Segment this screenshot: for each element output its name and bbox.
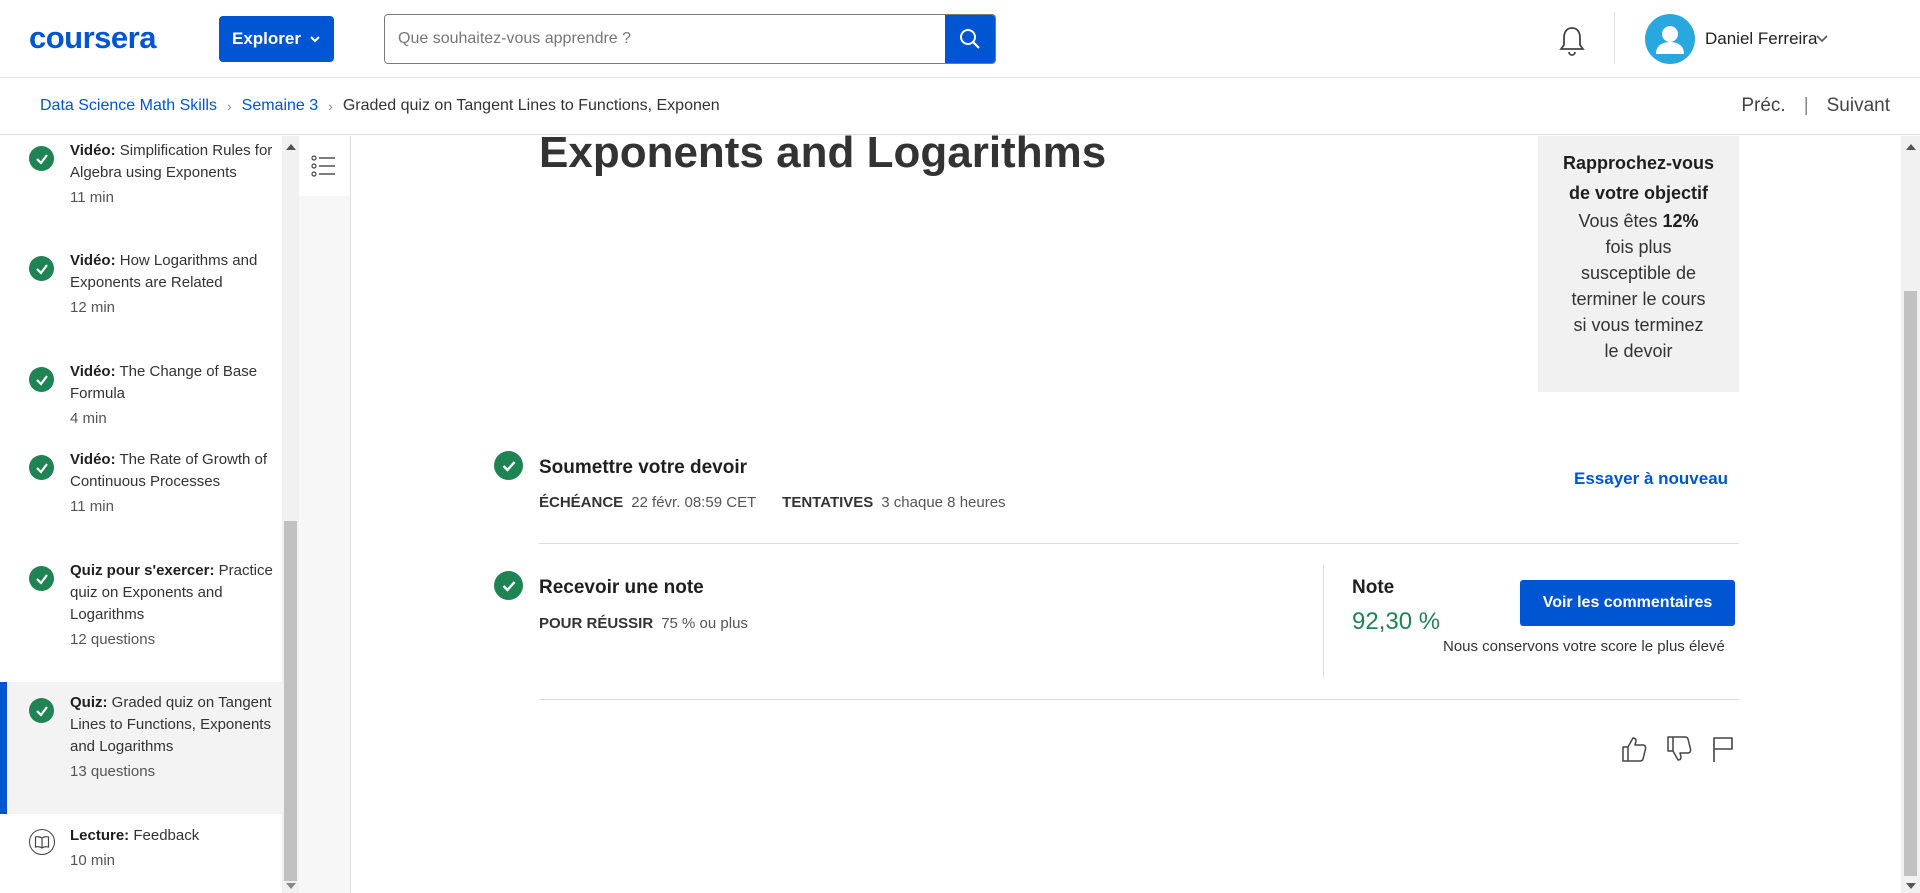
check-icon [494,571,523,600]
attempts-label: TENTATIVES [782,494,874,511]
goal-text-before: Vous êtes [1578,211,1663,231]
note-label: Note [1352,577,1395,598]
flag-icon[interactable] [1710,734,1738,764]
sidebar-item-active[interactable]: Quiz: Graded quiz on Tangent Lines to Fu… [0,682,282,814]
score-note: Nous conservons votre score le plus élev… [1443,638,1725,655]
search-input[interactable] [385,15,945,63]
scroll-down-arrow[interactable] [286,883,296,889]
check-icon [29,256,54,281]
chevron-right-icon: › [226,98,232,114]
thumbs-down-icon[interactable] [1665,734,1693,764]
check-icon [29,698,54,723]
check-icon [29,455,54,480]
search-button[interactable] [945,15,995,63]
sidebar-item[interactable]: Vidéo: The Rate of Growth of Continuous … [0,449,282,549]
item-title: Feedback [133,827,200,844]
course-sidebar: Vidéo: Simplification Rules for Algebra … [0,136,282,893]
sidebar-item[interactable]: Quiz pour s'exercer: Practice quiz on Ex… [0,560,282,680]
search-icon [960,29,980,49]
next-button[interactable]: Suivant [1827,95,1890,117]
sidebar-item[interactable]: Vidéo: How Logarithms and Exponents are … [0,250,282,350]
pass-value: 75 % ou plus [661,615,748,632]
item-meta: 4 min [70,410,107,427]
item-kind: Vidéo: [70,252,116,269]
pass-label: POUR RÉUSSIR [539,615,654,632]
explore-label: Explorer [232,29,301,48]
chevron-right-icon: › [328,98,333,114]
item-kind: Vidéo: [70,363,116,380]
explore-button[interactable]: Explorer [219,16,334,62]
breadcrumb-course[interactable]: Data Science Math Skills [40,97,217,115]
top-navbar: coursera Explorer Daniel Ferreira [0,0,1920,78]
view-feedback-button[interactable]: Voir les commentaires [1520,580,1735,626]
item-meta: 13 questions [70,763,156,780]
sidebar-item[interactable]: Vidéo: Simplification Rules for Algebra … [0,140,282,240]
list-icon [311,155,335,177]
breadcrumb-bar: Data Science Math Skills › Semaine 3 › G… [0,79,1920,135]
due-value: 22 févr. 08:59 CET [631,494,756,511]
goal-title: Rapprochez-vous de votre objectif [1562,153,1715,203]
grade-divider [1323,565,1324,677]
scrollbar-thumb[interactable] [1904,291,1917,876]
item-meta: 12 min [70,299,116,316]
chevron-down-icon [310,36,320,43]
user-icon [1656,26,1684,54]
due-label: ÉCHÉANCE [539,494,624,511]
retry-link[interactable]: Essayer à nouveau [1574,469,1728,489]
notification-bell-icon[interactable] [1555,24,1589,58]
book-icon [29,829,55,855]
toc-toggle-button[interactable] [299,136,349,196]
scroll-up-arrow[interactable] [286,144,296,150]
breadcrumb-week[interactable]: Semaine 3 [242,97,319,115]
divider [539,543,1739,544]
divider [539,699,1739,700]
goal-box: Rapprochez-vous de votre objectif Vous ê… [1538,136,1739,392]
check-icon [29,146,54,171]
breadcrumb-current: Graded quiz on Tangent Lines to Function… [342,97,719,114]
scrollbar-thumb[interactable] [284,521,297,881]
thumbs-up-icon[interactable] [1620,734,1648,764]
sidebar-item[interactable]: Vidéo: The Change of Base Formula 4 min [0,361,282,441]
breadcrumb: Data Science Math Skills › Semaine 3 › G… [40,97,719,115]
header-divider [1614,12,1615,64]
item-kind: Quiz pour s'exercer: [70,562,215,579]
pass-meta: POUR RÉUSSIR 75 % ou plus [539,615,748,632]
attempts-value: 3 chaque 8 heures [881,494,1006,511]
sidebar-scrollbar[interactable] [282,136,299,893]
item-kind: Vidéo: [70,142,116,159]
username[interactable]: Daniel Ferreira [1705,29,1817,49]
note-value: 92,30 % [1352,608,1441,635]
nav-separator: | [1803,95,1809,116]
page-title: Exponents and Logarithms [539,128,1107,177]
item-meta: 11 min [70,189,114,206]
submit-meta: ÉCHÉANCE 22 févr. 08:59 CET TENTATIVES 3 c… [539,494,1006,511]
check-icon [29,367,54,392]
submit-title: Soumettre votre devoir [539,457,747,478]
avatar[interactable] [1645,14,1695,64]
goal-text-after: fois plus susceptible de terminer le cou… [1571,237,1706,361]
grade-title: Recevoir une note [539,577,704,598]
check-icon [29,566,54,591]
item-meta: 10 min [70,852,116,869]
goal-percent: 12% [1662,211,1699,231]
check-icon [494,451,523,480]
sidebar-item[interactable]: Lecture: Feedback 10 min [0,825,282,885]
item-kind: Vidéo: [70,451,116,468]
chevron-down-icon[interactable] [1815,33,1829,45]
item-kind: Quiz: [70,694,108,711]
goal-text: Vous êtes 12% fois plus susceptible de t… [1538,208,1739,364]
prev-next-nav: Préc. | Suivant [1741,95,1890,117]
scroll-up-arrow[interactable] [1906,144,1916,150]
prev-button[interactable]: Préc. [1741,95,1785,117]
coursera-logo[interactable]: coursera [29,20,156,56]
search-bar [384,14,996,64]
item-meta: 12 questions [70,631,156,648]
main-scrollbar[interactable] [1901,136,1920,893]
item-meta: 11 min [70,498,114,515]
toc-column [299,136,351,893]
scroll-down-arrow[interactable] [1906,883,1916,889]
item-kind: Lecture: [70,827,130,844]
